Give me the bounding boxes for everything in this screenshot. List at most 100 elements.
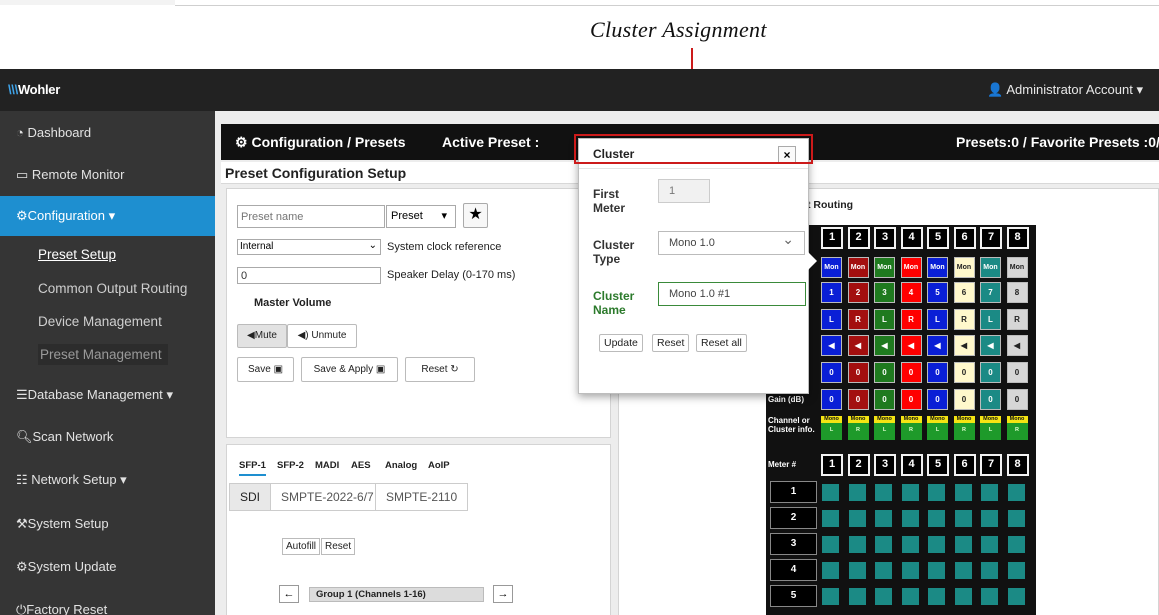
lr-cell[interactable]: R bbox=[900, 309, 922, 330]
routing-cell[interactable] bbox=[927, 509, 946, 528]
unmute-button[interactable]: ◀) Unmute bbox=[287, 324, 357, 348]
mono-cell[interactable]: Mon bbox=[874, 257, 895, 278]
tab-aes[interactable]: AES bbox=[351, 460, 371, 471]
routing-cell[interactable] bbox=[821, 587, 840, 606]
group-next-button[interactable]: → bbox=[493, 585, 513, 603]
mute-dot-cell[interactable]: 0 bbox=[874, 362, 895, 383]
dialog-reset-button[interactable]: Reset bbox=[652, 334, 690, 352]
sidebar-item-factory-reset[interactable]: ⏻︎Factory Reset bbox=[0, 590, 215, 615]
meter-header-2[interactable]: 2 bbox=[847, 227, 870, 249]
speaker-icon[interactable]: ◀ bbox=[821, 335, 842, 356]
routing-cell[interactable] bbox=[900, 561, 920, 580]
reset-all-button[interactable]: Reset all bbox=[696, 334, 747, 352]
speaker-icon[interactable]: ◀ bbox=[847, 335, 869, 356]
mute-dot-cell[interactable]: 0 bbox=[980, 362, 1001, 383]
sidebar-sub-preset-setup[interactable]: Preset Setup bbox=[38, 247, 116, 262]
autofill-button[interactable]: Autofill bbox=[282, 538, 321, 555]
gain-cell[interactable]: 0 bbox=[953, 389, 975, 410]
sidebar-item-system-setup[interactable]: ⚒System Setup bbox=[0, 504, 215, 544]
routing-cell[interactable] bbox=[980, 535, 999, 554]
routing-cell[interactable] bbox=[927, 561, 946, 580]
meter-header-8[interactable]: 8 bbox=[1006, 227, 1029, 249]
mono-cell[interactable]: Mon bbox=[927, 257, 948, 278]
favorite-star-button[interactable]: ★ bbox=[463, 203, 488, 228]
cluster-name-input[interactable]: Mono 1.0 #1 bbox=[658, 282, 806, 306]
sidebar-sub-common-output-routing[interactable]: Common Output Routing bbox=[38, 281, 187, 296]
meter-number-2[interactable]: 2 bbox=[847, 454, 870, 476]
meter-header-3[interactable]: 3 bbox=[874, 227, 896, 249]
routing-cell[interactable] bbox=[1006, 535, 1026, 554]
lr-cell[interactable]: L bbox=[874, 309, 895, 330]
meter-number-1[interactable]: 1 bbox=[821, 454, 843, 476]
tab-sfp-2[interactable]: SFP-2 bbox=[277, 460, 304, 471]
brand-logo[interactable]: \\\Wohler bbox=[8, 82, 60, 97]
io-reset-button[interactable]: Reset bbox=[321, 538, 356, 555]
mono-cell[interactable]: Mon bbox=[821, 257, 842, 278]
routing-cell[interactable] bbox=[1006, 587, 1026, 606]
tab-aoip[interactable]: AoIP bbox=[428, 460, 450, 471]
channel-number-cell[interactable]: 1 bbox=[821, 282, 842, 303]
channel-number-cell[interactable]: 6 bbox=[953, 282, 975, 303]
routing-cell[interactable] bbox=[900, 483, 920, 502]
tab-sfp-1[interactable]: SFP-1 bbox=[239, 460, 266, 476]
routing-cell[interactable] bbox=[874, 561, 893, 580]
channel-number-cell[interactable]: 3 bbox=[874, 282, 895, 303]
routing-cell[interactable] bbox=[953, 587, 973, 606]
meter-number-3[interactable]: 3 bbox=[874, 454, 896, 476]
speaker-icon[interactable]: ◀ bbox=[900, 335, 922, 356]
meter-header-5[interactable]: 5 bbox=[927, 227, 949, 249]
routing-cell[interactable] bbox=[980, 561, 999, 580]
meter-number-6[interactable]: 6 bbox=[953, 454, 976, 476]
meter-number-5[interactable]: 5 bbox=[927, 454, 949, 476]
sidebar-item-remote-monitor[interactable]: ▭ Remote Monitor bbox=[0, 155, 215, 195]
update-button[interactable]: Update bbox=[599, 334, 643, 352]
routing-cell[interactable] bbox=[847, 587, 867, 606]
routing-cell[interactable] bbox=[821, 483, 840, 502]
lr-cell[interactable]: L bbox=[927, 309, 948, 330]
routing-cell[interactable] bbox=[1006, 561, 1026, 580]
speaker-delay-input[interactable] bbox=[237, 267, 381, 284]
routing-cell[interactable] bbox=[847, 483, 867, 502]
routing-cell[interactable] bbox=[847, 561, 867, 580]
meter-header-1[interactable]: 1 bbox=[821, 227, 843, 249]
mono-cell[interactable]: Mon bbox=[953, 257, 975, 278]
mute-dot-cell[interactable]: 0 bbox=[847, 362, 869, 383]
mute-dot-cell[interactable]: 0 bbox=[1006, 362, 1028, 383]
sidebar-sub-preset-management[interactable]: Preset Management bbox=[38, 344, 168, 365]
routing-cell[interactable] bbox=[980, 509, 999, 528]
routing-cell[interactable] bbox=[821, 561, 840, 580]
channel-number-cell[interactable]: 7 bbox=[980, 282, 1001, 303]
routing-cell[interactable] bbox=[953, 483, 973, 502]
gain-cell[interactable]: 0 bbox=[900, 389, 922, 410]
routing-cell[interactable] bbox=[980, 483, 999, 502]
preset-type-select[interactable]: Preset ▾ bbox=[386, 205, 456, 228]
speaker-icon[interactable]: ◀ bbox=[927, 335, 948, 356]
lr-cell[interactable]: R bbox=[1006, 309, 1028, 330]
speaker-icon[interactable]: ◀ bbox=[1006, 335, 1028, 356]
cluster-type-select[interactable]: Mono 1.0 bbox=[658, 228, 805, 255]
sidebar-item-configuration[interactable]: ⚙Configuration ▾ bbox=[0, 196, 215, 236]
tab-analog[interactable]: Analog bbox=[385, 460, 417, 471]
routing-cell[interactable] bbox=[874, 535, 893, 554]
sidebar-sub-device-management[interactable]: Device Management bbox=[38, 314, 162, 329]
routing-cell[interactable] bbox=[900, 509, 920, 528]
sidebar-item-network-setup[interactable]: ☷ Network Setup ▾ bbox=[0, 460, 215, 500]
routing-cell[interactable] bbox=[900, 587, 920, 606]
sidebar-item-system-update[interactable]: ⚙System Update bbox=[0, 547, 215, 587]
routing-cell[interactable] bbox=[874, 483, 893, 502]
routing-cell[interactable] bbox=[953, 561, 973, 580]
meter-header-7[interactable]: 7 bbox=[980, 227, 1002, 249]
speaker-icon[interactable]: ◀ bbox=[874, 335, 895, 356]
lr-cell[interactable]: L bbox=[821, 309, 842, 330]
clock-reference-select[interactable]: Internal ⌄ bbox=[237, 239, 381, 255]
channel-number-cell[interactable]: 8 bbox=[1006, 282, 1028, 303]
sidebar-item-scan-network[interactable]: 🔍︎Scan Network bbox=[0, 417, 215, 457]
account-menu[interactable]: 👤 Administrator Account ▾ bbox=[987, 82, 1143, 98]
pill-smpte-2110[interactable]: SMPTE-2110 bbox=[375, 483, 469, 511]
channel-number-cell[interactable]: 4 bbox=[900, 282, 922, 303]
reset-button[interactable]: Reset ↻ bbox=[405, 357, 475, 382]
gain-cell[interactable]: 0 bbox=[874, 389, 895, 410]
routing-cell[interactable] bbox=[900, 535, 920, 554]
meter-number-4[interactable]: 4 bbox=[900, 454, 923, 476]
channel-number-cell[interactable]: 2 bbox=[847, 282, 869, 303]
